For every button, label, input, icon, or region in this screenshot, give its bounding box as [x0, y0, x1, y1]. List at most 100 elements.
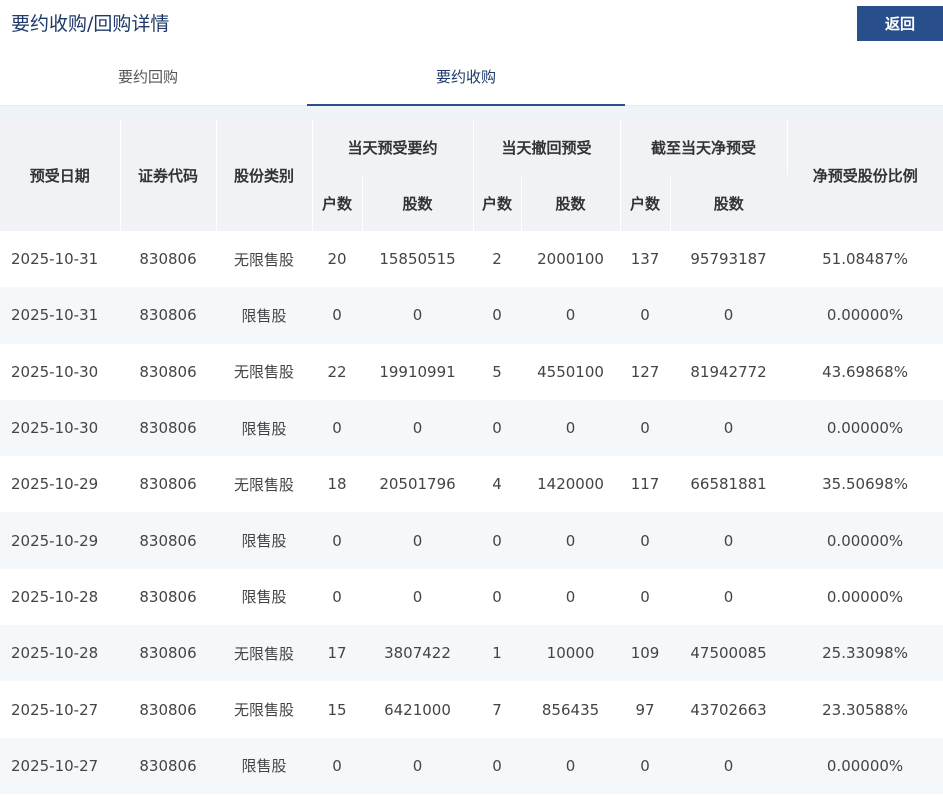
cell-type: 限售股 [216, 287, 312, 344]
cell-day-households: 15 [312, 681, 362, 738]
cell-date: 2025-10-29 [0, 512, 120, 569]
col-header-type: 股份类别 [216, 119, 313, 231]
cell-type: 限售股 [216, 512, 312, 569]
cell-type: 限售股 [216, 568, 312, 626]
cell-day-households: 18 [312, 456, 362, 513]
cell-ratio: 0.00000% [787, 399, 943, 457]
col-group-day-offer: 当天预受要约 [312, 119, 474, 175]
cell-withdraw-households: 7 [473, 681, 522, 738]
cell-type: 无限售股 [216, 456, 312, 513]
cell-day-shares: 20501796 [362, 456, 474, 513]
cell-code: 830806 [120, 231, 216, 288]
table-row: 2025-10-28 830806 无限售股 17 3807422 1 10000 109 47… [0, 625, 943, 682]
cell-type: 限售股 [216, 737, 312, 794]
table-row: 2025-10-29 830806 限售股 0 0 0 0 0 0 0.00000% [0, 512, 943, 569]
cell-type: 限售股 [216, 399, 312, 457]
cell-code: 830806 [120, 568, 216, 626]
cell-net-households: 0 [620, 568, 671, 626]
cell-withdraw-households: 2 [473, 231, 522, 288]
cell-day-households: 0 [312, 568, 362, 626]
cell-day-shares: 3807422 [362, 625, 474, 682]
cell-withdraw-households: 0 [473, 287, 522, 344]
cell-code: 830806 [120, 343, 216, 400]
cell-net-households: 127 [620, 343, 671, 400]
table-row: 2025-10-30 830806 限售股 0 0 0 0 0 0 0.00000% [0, 399, 943, 457]
col-group-net: 截至当天净预受 [620, 119, 788, 175]
col-header-date: 预受日期 [0, 119, 121, 231]
cell-withdraw-shares: 0 [521, 399, 621, 457]
cell-ratio: 0.00000% [787, 568, 943, 626]
sub-header-households: 户数 [620, 175, 671, 231]
cell-day-shares: 0 [362, 399, 474, 457]
cell-ratio: 0.00000% [787, 287, 943, 344]
cell-withdraw-households: 4 [473, 456, 522, 513]
cell-net-shares: 81942772 [670, 343, 788, 400]
cell-withdraw-households: 0 [473, 568, 522, 626]
cell-withdraw-shares: 0 [521, 287, 621, 344]
cell-day-shares: 0 [362, 287, 474, 344]
cell-net-shares: 0 [670, 568, 788, 626]
cell-type: 无限售股 [216, 231, 312, 288]
cell-code: 830806 [120, 681, 216, 738]
cell-date: 2025-10-30 [0, 343, 120, 400]
cell-net-shares: 0 [670, 512, 788, 569]
sub-header-households: 户数 [312, 175, 363, 231]
cell-day-households: 17 [312, 625, 362, 682]
table-row: 2025-10-27 830806 限售股 0 0 0 0 0 0 0.00000% [0, 737, 943, 794]
cell-net-households: 0 [620, 512, 671, 569]
cell-date: 2025-10-28 [0, 568, 120, 626]
col-group-day-withdraw: 当天撤回预受 [473, 119, 621, 175]
cell-withdraw-households: 0 [473, 737, 522, 794]
col-header-code: 证券代码 [120, 119, 217, 231]
cell-day-shares: 19910991 [362, 343, 474, 400]
cell-ratio: 25.33098% [787, 625, 943, 682]
cell-code: 830806 [120, 287, 216, 344]
table-row: 2025-10-31 830806 限售股 0 0 0 0 0 0 0.00000% [0, 287, 943, 344]
section-gap [0, 106, 943, 119]
cell-withdraw-shares: 10000 [521, 625, 621, 682]
table-row: 2025-10-29 830806 无限售股 18 20501796 4 1420000 11… [0, 456, 943, 513]
cell-ratio: 43.69868% [787, 343, 943, 400]
sub-header-shares: 股数 [670, 175, 788, 231]
cell-day-households: 0 [312, 737, 362, 794]
cell-day-households: 0 [312, 287, 362, 344]
cell-net-shares: 0 [670, 287, 788, 344]
col-header-ratio: 净预受股份比例 [787, 119, 943, 231]
cell-date: 2025-10-27 [0, 681, 120, 738]
cell-net-households: 109 [620, 625, 671, 682]
cell-ratio: 51.08487% [787, 231, 943, 288]
header: 要约收购/回购详情 返回 [0, 0, 943, 48]
sub-header-shares: 股数 [362, 175, 474, 231]
cell-day-shares: 6421000 [362, 681, 474, 738]
cell-day-shares: 0 [362, 568, 474, 626]
tab-offer-buyback[interactable]: 要约回购 [0, 48, 296, 106]
cell-withdraw-households: 0 [473, 512, 522, 569]
cell-day-households: 20 [312, 231, 362, 288]
cell-ratio: 35.50698% [787, 456, 943, 513]
cell-withdraw-shares: 4550100 [521, 343, 621, 400]
cell-net-shares: 47500085 [670, 625, 788, 682]
cell-date: 2025-10-31 [0, 231, 120, 288]
cell-ratio: 23.30588% [787, 681, 943, 738]
cell-type: 无限售股 [216, 625, 312, 682]
cell-ratio: 0.00000% [787, 512, 943, 569]
page-title: 要约收购/回购详情 [11, 13, 170, 35]
cell-withdraw-households: 5 [473, 343, 522, 400]
back-button[interactable]: 返回 [857, 6, 943, 41]
cell-code: 830806 [120, 625, 216, 682]
cell-net-households: 97 [620, 681, 671, 738]
cell-date: 2025-10-27 [0, 737, 120, 794]
cell-code: 830806 [120, 512, 216, 569]
sub-header-households: 户数 [473, 175, 522, 231]
cell-net-households: 0 [620, 287, 671, 344]
tab-offer-acquisition[interactable]: 要约收购 [307, 48, 625, 106]
cell-day-shares: 15850515 [362, 231, 474, 288]
cell-withdraw-shares: 0 [521, 512, 621, 569]
cell-net-shares: 95793187 [670, 231, 788, 288]
cell-net-households: 137 [620, 231, 671, 288]
detail-table: 预受日期 证券代码 股份类别 当天预受要约 当天撤回预受 截至当天净预受 净预受… [0, 119, 943, 794]
cell-type: 无限售股 [216, 681, 312, 738]
cell-ratio: 0.00000% [787, 737, 943, 794]
cell-withdraw-shares: 0 [521, 737, 621, 794]
cell-net-shares: 0 [670, 737, 788, 794]
